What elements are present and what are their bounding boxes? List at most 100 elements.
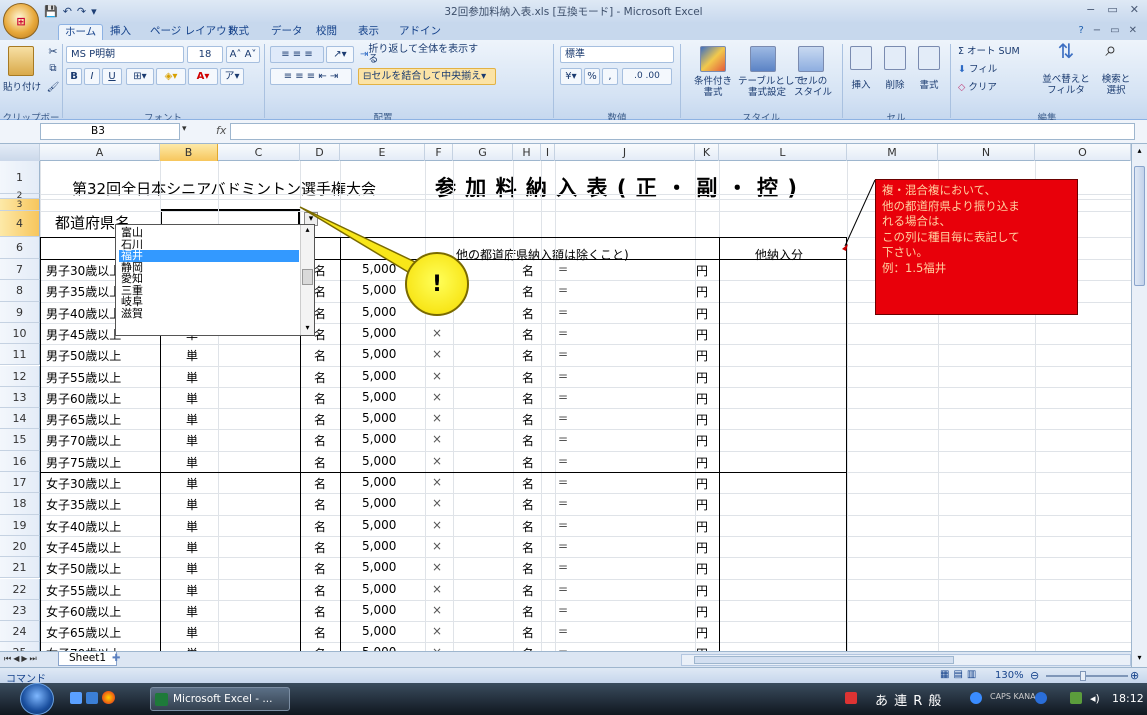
scroll-up-icon[interactable]: ▴	[1134, 146, 1145, 158]
fee-cell[interactable]: 5,000	[362, 326, 396, 340]
fee-cell[interactable]: 5,000	[362, 454, 396, 468]
row-header[interactable]: 21	[0, 557, 40, 579]
zoom-out-icon[interactable]: ⊖	[1030, 669, 1039, 682]
event-type-cell[interactable]: 単	[186, 496, 198, 513]
category-cell[interactable]: 男子60歳以上	[46, 390, 121, 407]
count-unit-cell[interactable]: 名	[314, 624, 326, 641]
yen-cell[interactable]: 円	[696, 432, 708, 449]
fee-cell[interactable]: 5,000	[362, 496, 396, 510]
row-header[interactable]: 6	[0, 237, 40, 259]
equals-cell[interactable]: =	[558, 347, 568, 361]
number-format-select[interactable]: 標準	[560, 46, 674, 63]
count-unit-cell[interactable]: 名	[522, 432, 534, 449]
help-icon[interactable]: ?	[1078, 25, 1083, 36]
yen-cell[interactable]: 円	[696, 326, 708, 343]
event-type-cell[interactable]: 単	[186, 560, 198, 577]
dropdown-option[interactable]: 富山	[119, 227, 299, 239]
category-cell[interactable]: 女子60歳以上	[46, 603, 121, 620]
column-header-n[interactable]: N	[938, 144, 1035, 161]
fee-cell[interactable]: 5,000	[362, 369, 396, 383]
count-unit-cell[interactable]: 名	[314, 518, 326, 535]
yen-cell[interactable]: 円	[696, 518, 708, 535]
row-header[interactable]: 22	[0, 578, 40, 600]
equals-cell[interactable]: =	[558, 560, 568, 574]
count-unit-cell[interactable]: 名	[314, 262, 326, 279]
dropdown-option[interactable]: 愛知	[119, 273, 299, 285]
tab-home[interactable]: ホーム	[58, 24, 104, 40]
font-name-select[interactable]: MS P明朝	[66, 46, 184, 63]
help-tray-icon[interactable]	[970, 692, 982, 704]
row-header[interactable]: 3	[0, 199, 40, 211]
times-cell[interactable]: ×	[432, 518, 442, 532]
ime-mode[interactable]: あ 連 R 般	[875, 690, 942, 709]
fee-cell[interactable]: 5,000	[362, 539, 396, 553]
tray-icon[interactable]	[1070, 692, 1082, 704]
column-header-d[interactable]: D	[300, 144, 340, 161]
row-header[interactable]: 18	[0, 493, 40, 515]
count-unit-cell[interactable]: 名	[522, 347, 534, 364]
workbook-restore-button[interactable]: ▭	[1110, 25, 1119, 36]
category-cell[interactable]: 女子30歳以上	[46, 475, 121, 492]
column-header-k[interactable]: K	[695, 144, 719, 161]
zoom-slider[interactable]	[1046, 675, 1128, 677]
vertical-scroll-thumb[interactable]	[1134, 166, 1145, 286]
view-buttons[interactable]: ▦ ▤ ▥	[940, 669, 976, 680]
normal-view-icon[interactable]: ▦	[940, 669, 949, 680]
count-unit-cell[interactable]: 名	[314, 496, 326, 513]
category-cell[interactable]: 男子45歳以上	[46, 326, 121, 343]
row-header[interactable]: 12	[0, 365, 40, 387]
category-cell[interactable]: 女子35歳以上	[46, 496, 121, 513]
event-type-cell[interactable]: 単	[186, 432, 198, 449]
fee-cell[interactable]: 5,000	[362, 475, 396, 489]
count-unit-cell[interactable]: 名	[522, 411, 534, 428]
count-unit-cell[interactable]: 名	[314, 475, 326, 492]
category-cell[interactable]: 女子45歳以上	[46, 539, 121, 556]
sheet-navigation-icon[interactable]: ⏮◀▶⏭	[4, 654, 39, 664]
ime-icon[interactable]	[845, 692, 857, 704]
row-header[interactable]: 7	[0, 259, 40, 281]
row-header[interactable]: 9	[0, 301, 40, 323]
column-header-j[interactable]: J	[555, 144, 695, 161]
decimal-buttons[interactable]: .0 .00	[622, 68, 672, 85]
fee-cell[interactable]: 5,000	[362, 432, 396, 446]
row-header[interactable]: 17	[0, 472, 40, 494]
event-type-cell[interactable]: 単	[186, 475, 198, 492]
yen-cell[interactable]: 円	[696, 496, 708, 513]
dropdown-option[interactable]: 福井	[119, 250, 299, 262]
yen-cell[interactable]: 円	[696, 624, 708, 641]
sheet-tab-sheet1[interactable]: Sheet1	[58, 652, 118, 666]
yen-cell[interactable]: 円	[696, 475, 708, 492]
times-cell[interactable]: ×	[432, 603, 442, 617]
vertical-align-buttons[interactable]: ≡ ≡ ≡	[270, 46, 324, 63]
count-unit-cell[interactable]: 名	[522, 283, 534, 300]
horizontal-scrollbar[interactable]	[681, 654, 1131, 666]
category-cell[interactable]: 男子55歳以上	[46, 369, 121, 386]
border-button[interactable]: ⊞▾	[126, 68, 154, 85]
paste-button[interactable]: 貼り付け	[2, 82, 42, 93]
name-box[interactable]: B3	[40, 123, 180, 140]
count-unit-cell[interactable]: 名	[314, 411, 326, 428]
fee-cell[interactable]: 5,000	[362, 262, 396, 276]
row-header[interactable]: 24	[0, 621, 40, 643]
category-cell[interactable]: 女子50歳以上	[46, 560, 121, 577]
event-type-cell[interactable]: 単	[186, 369, 198, 386]
delete-cells-button[interactable]: 削除	[880, 80, 910, 91]
times-cell[interactable]: ×	[432, 560, 442, 574]
row-header[interactable]: 15	[0, 429, 40, 451]
network-icon[interactable]	[1035, 692, 1047, 704]
comma-button[interactable]: ,	[602, 68, 618, 85]
fee-cell[interactable]: 5,000	[362, 560, 396, 574]
font-color-button[interactable]: A▾	[188, 68, 218, 85]
count-unit-cell[interactable]: 名	[314, 432, 326, 449]
column-header-i[interactable]: I	[541, 144, 555, 161]
row-header[interactable]: 8	[0, 280, 40, 302]
row-header[interactable]: 16	[0, 450, 40, 472]
font-size-select[interactable]: 18	[187, 46, 223, 63]
zoom-slider-thumb[interactable]	[1080, 671, 1086, 681]
column-header-a[interactable]: A	[40, 144, 160, 161]
equals-cell[interactable]: =	[558, 454, 568, 468]
fee-cell[interactable]: 5,000	[362, 518, 396, 532]
scroll-down-icon[interactable]: ▾	[301, 323, 314, 335]
yen-cell[interactable]: 円	[696, 539, 708, 556]
yen-cell[interactable]: 円	[696, 582, 708, 599]
